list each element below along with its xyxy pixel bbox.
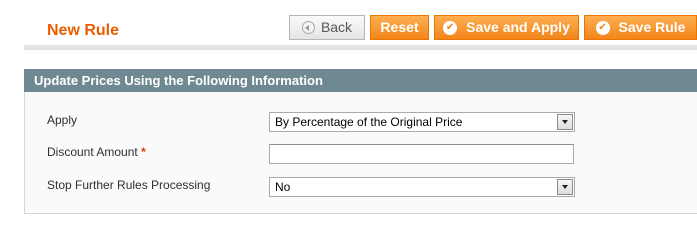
save-rule-button-label: Save Rule	[618, 19, 686, 35]
stop-processing-select[interactable]: No	[269, 177, 575, 197]
header-divider	[24, 45, 697, 50]
required-marker: *	[141, 145, 146, 159]
save-and-apply-button-label: Save and Apply	[466, 19, 570, 35]
discount-amount-field[interactable]	[269, 144, 574, 164]
apply-select-value: By Percentage of the Original Price	[275, 115, 463, 129]
page-title: New Rule	[47, 22, 120, 39]
chevron-down-icon	[557, 114, 573, 130]
save-rule-button[interactable]: ✔ Save Rule	[584, 15, 697, 40]
save-and-apply-button[interactable]: ✔ Save and Apply	[434, 15, 579, 40]
chevron-down-icon	[557, 179, 573, 195]
check-icon: ✔	[595, 20, 610, 35]
discount-amount-label: Discount Amount *	[47, 145, 146, 160]
stop-processing-label: Stop Further Rules Processing	[47, 178, 211, 192]
reset-button-label: Reset	[380, 19, 419, 35]
fieldset-legend: Update Prices Using the Following Inform…	[24, 69, 697, 92]
apply-select[interactable]: By Percentage of the Original Price	[269, 112, 575, 132]
stop-processing-select-value: No	[275, 180, 291, 194]
apply-label: Apply	[47, 113, 78, 127]
back-button[interactable]: Back	[289, 15, 365, 40]
reset-button[interactable]: Reset	[370, 15, 429, 40]
discount-amount-label-text: Discount Amount	[47, 145, 138, 159]
back-button-label: Back	[320, 19, 353, 35]
check-icon: ✔	[443, 20, 458, 35]
back-arrow-icon	[301, 21, 315, 34]
